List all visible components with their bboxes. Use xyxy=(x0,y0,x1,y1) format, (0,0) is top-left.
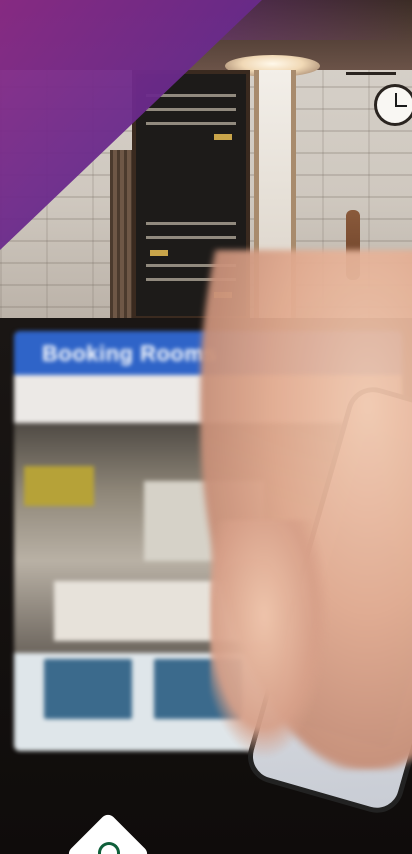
price-tag xyxy=(214,134,232,140)
room-card xyxy=(44,659,132,719)
clock-bracket xyxy=(346,72,396,75)
menu-line xyxy=(146,108,236,111)
room-wall-art xyxy=(24,466,94,506)
photo-scene: Booking Rooms xyxy=(0,0,412,854)
price-tag xyxy=(150,250,168,256)
wall-clock xyxy=(374,84,412,126)
menu-line xyxy=(146,122,236,125)
screen-title: Booking Rooms xyxy=(42,341,218,366)
menu-line xyxy=(146,236,236,239)
menu-line xyxy=(146,222,236,225)
thumb xyxy=(210,520,330,760)
